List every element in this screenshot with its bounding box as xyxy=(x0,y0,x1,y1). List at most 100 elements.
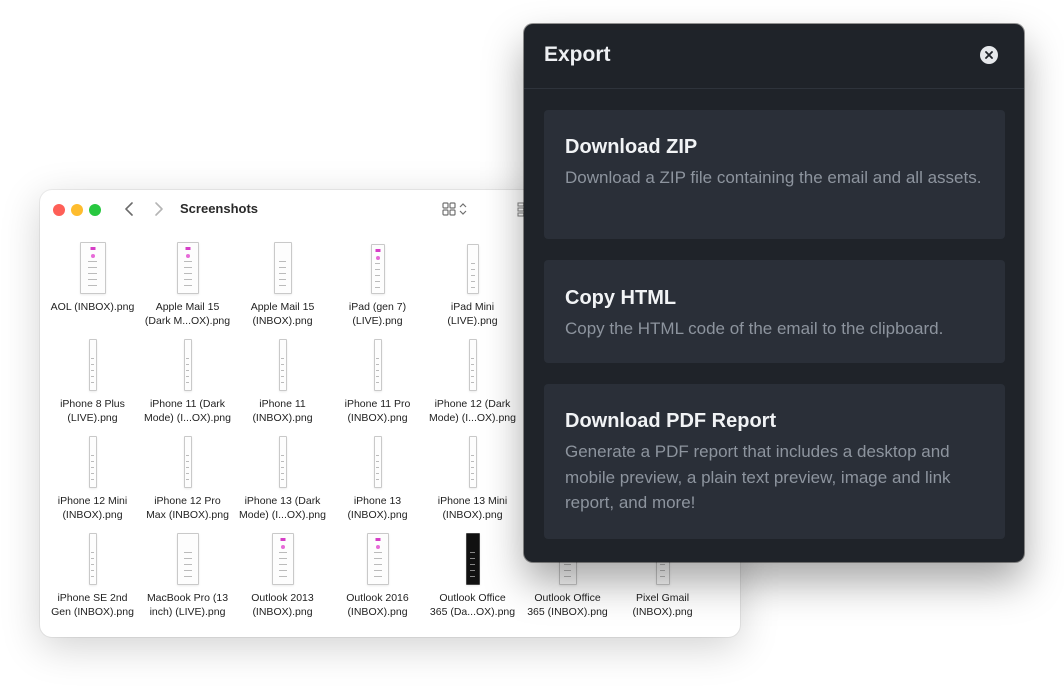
file-name-line: (INBOX).png xyxy=(347,412,408,424)
option-description: Download a ZIP file containing the email… xyxy=(565,168,982,187)
dialog-title: Export xyxy=(544,43,611,66)
file-item[interactable]: MacBook Pro (13 inch) (LIVE).png xyxy=(140,533,235,619)
folder-title: Screenshots xyxy=(180,201,259,216)
file-item[interactable]: iPhone SE 2nd Gen (INBOX).png xyxy=(45,533,140,619)
file-name-line: iPad Mini xyxy=(450,301,495,313)
file-name-line: (LIVE).png xyxy=(67,412,118,424)
view-mode-button[interactable] xyxy=(442,200,472,218)
download-pdf-report-option[interactable]: Download PDF Report Generate a PDF repor… xyxy=(544,384,1005,539)
file-item[interactable]: iPhone 12 (Dark Mode) (I...OX).png xyxy=(425,339,520,425)
file-item[interactable]: iPad Mini (LIVE).png xyxy=(425,242,520,328)
option-title: Copy HTML xyxy=(565,287,677,309)
option-title: Download PDF Report xyxy=(565,410,777,432)
file-name-line: 365 (Da...OX).png xyxy=(429,606,516,618)
back-button[interactable] xyxy=(120,199,138,219)
file-item[interactable]: AOL (INBOX).png xyxy=(45,242,140,314)
file-name-line: (INBOX).png xyxy=(632,606,693,618)
file-item[interactable]: iPhone 11 Pro (INBOX).png xyxy=(330,339,425,425)
file-name-line: iPhone 13 xyxy=(353,495,402,507)
header-divider xyxy=(524,88,1024,89)
file-name-line: (INBOX).png xyxy=(252,412,313,424)
file-name: iPhone SE 2nd Gen (INBOX).png xyxy=(45,591,140,619)
file-name-line: (INBOX).png xyxy=(252,315,313,327)
file-name-line: Outlook 2016 xyxy=(346,592,409,604)
file-name-line: (Dark M...OX).png xyxy=(144,315,231,327)
file-thumbnail xyxy=(465,533,480,585)
file-thumbnail xyxy=(278,339,287,391)
file-name-line: iPhone 11 (Dark xyxy=(149,398,226,410)
file-name-line: MacBook Pro (13 xyxy=(146,592,229,604)
file-item[interactable]: iPhone 12 Mini (INBOX).png xyxy=(45,436,140,522)
option-description: Copy the HTML code of the email to the c… xyxy=(565,319,944,338)
file-item[interactable]: iPhone 13 Mini (INBOX).png xyxy=(425,436,520,522)
chevron-updown-icon xyxy=(459,203,467,215)
zoom-window-button[interactable] xyxy=(89,204,101,216)
export-dialog: Export Download ZIP Download a ZIP file … xyxy=(524,24,1024,562)
file-name: Pixel Gmail (INBOX).png xyxy=(615,591,710,619)
file-name-line: iPhone 11 xyxy=(259,398,306,410)
close-button[interactable] xyxy=(980,46,998,64)
file-name: Apple Mail 15 (Dark M...OX).png xyxy=(140,300,235,328)
file-name-line: iPhone 8 Plus xyxy=(60,398,125,410)
chevron-left-icon xyxy=(125,202,133,216)
file-thumbnail xyxy=(183,436,192,488)
minimize-window-button[interactable] xyxy=(71,204,83,216)
file-name: MacBook Pro (13 inch) (LIVE).png xyxy=(140,591,235,619)
file-name: iPhone 12 Pro Max (INBOX).png xyxy=(140,494,235,522)
file-name-line: 365 (INBOX).png xyxy=(527,606,608,618)
file-name-line: iPad (gen 7) xyxy=(348,301,407,313)
file-name-line: (INBOX).png xyxy=(347,509,408,521)
file-item[interactable]: iPhone 13 (Dark Mode) (I...OX).png xyxy=(235,436,330,522)
file-thumbnail xyxy=(271,533,294,585)
file-name-line: (INBOX).png xyxy=(442,509,503,521)
file-thumbnail xyxy=(88,533,97,585)
file-thumbnail xyxy=(278,436,287,488)
file-item[interactable]: iPhone 13 (INBOX).png xyxy=(330,436,425,522)
file-name-line: Outlook Office xyxy=(534,592,601,604)
option-title: Download ZIP xyxy=(565,136,698,158)
file-item[interactable]: Outlook 2016 (INBOX).png xyxy=(330,533,425,619)
file-thumbnail xyxy=(183,339,192,391)
file-name-line: Pixel Gmail xyxy=(635,592,690,604)
grid-view-icon xyxy=(442,202,456,216)
file-name-line: Apple Mail 15 xyxy=(250,301,315,313)
file-item[interactable]: iPhone 8 Plus (LIVE).png xyxy=(45,339,140,425)
file-name-line: AOL (INBOX).png xyxy=(50,301,135,313)
file-name: iPhone 12 Mini (INBOX).png xyxy=(45,494,140,522)
file-item[interactable]: iPhone 11 (Dark Mode) (I...OX).png xyxy=(140,339,235,425)
file-item[interactable]: iPhone 11 (INBOX).png xyxy=(235,339,330,425)
file-name: Outlook 2016 (INBOX).png xyxy=(330,591,425,619)
file-name-line: iPhone 13 (Dark xyxy=(244,495,321,507)
file-item[interactable]: iPad (gen 7) (LIVE).png xyxy=(330,242,425,328)
file-name-line: inch) (LIVE).png xyxy=(149,606,226,618)
file-name: iPhone 13 (Dark Mode) (I...OX).png xyxy=(235,494,330,522)
forward-button[interactable] xyxy=(150,199,168,219)
file-name-line: iPhone 12 Pro xyxy=(154,495,221,507)
close-window-button[interactable] xyxy=(53,204,65,216)
file-name: iPhone 13 Mini (INBOX).png xyxy=(425,494,520,522)
file-thumbnail xyxy=(176,533,199,585)
file-item[interactable]: iPhone 12 Pro Max (INBOX).png xyxy=(140,436,235,522)
file-item[interactable]: Outlook Office 365 (Da...OX).png xyxy=(425,533,520,619)
file-item[interactable]: Apple Mail 15 (Dark M...OX).png xyxy=(140,242,235,328)
file-thumbnail xyxy=(273,242,292,294)
file-name: AOL (INBOX).png xyxy=(45,300,140,314)
file-name-line: Mode) (I...OX).png xyxy=(239,509,326,521)
file-name-line: iPhone 11 Pro xyxy=(344,398,411,410)
file-name-line: (INBOX).png xyxy=(347,606,408,618)
file-thumbnail xyxy=(88,339,97,391)
file-name: iPhone 11 Pro (INBOX).png xyxy=(330,397,425,425)
file-item[interactable]: Apple Mail 15 (INBOX).png xyxy=(235,242,330,328)
file-name: iPhone 11 (INBOX).png xyxy=(235,397,330,425)
file-name: iPhone 11 (Dark Mode) (I...OX).png xyxy=(140,397,235,425)
file-name-line: iPhone SE 2nd xyxy=(57,592,128,604)
file-thumbnail xyxy=(466,244,479,294)
file-thumbnail xyxy=(468,339,477,391)
file-name-line: Outlook Office xyxy=(439,592,506,604)
file-name-line: iPhone 12 (Dark xyxy=(434,398,511,410)
file-name-line: Mode) (I...OX).png xyxy=(429,412,516,424)
file-name-line: Outlook 2013 xyxy=(251,592,314,604)
file-item[interactable]: Outlook 2013 (INBOX).png xyxy=(235,533,330,619)
copy-html-option[interactable]: Copy HTML Copy the HTML code of the emai… xyxy=(544,260,1005,363)
download-zip-option[interactable]: Download ZIP Download a ZIP file contain… xyxy=(544,110,1005,239)
